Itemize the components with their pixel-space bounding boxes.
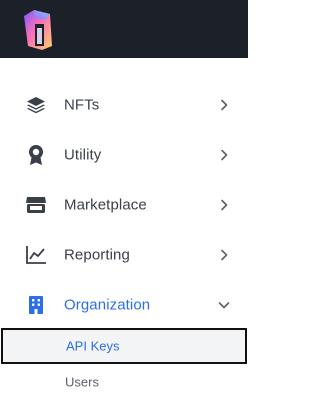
chevron-right-icon (217, 198, 231, 212)
subnav-item-users[interactable]: Users (0, 364, 248, 400)
sidebar-item-nfts[interactable]: NFTs (0, 80, 248, 130)
top-bar (0, 0, 248, 58)
sidebar-nav: NFTs Utility Marketplace Reporting Organ… (0, 80, 248, 330)
sidebar-item-reporting[interactable]: Reporting (0, 230, 248, 280)
subnav-item-label: API Keys (66, 338, 120, 354)
chart-line-icon (25, 244, 47, 266)
chevron-down-icon (217, 298, 231, 312)
sidebar-item-label: NFTs (64, 96, 100, 114)
chevron-right-icon (217, 248, 231, 262)
sidebar-item-label: Reporting (64, 246, 130, 264)
store-icon (25, 194, 47, 216)
organization-subnav: API Keys Users (0, 328, 248, 400)
sidebar-item-label: Utility (64, 146, 102, 164)
layers-icon (25, 94, 47, 116)
chevron-right-icon (217, 148, 231, 162)
sidebar-item-utility[interactable]: Utility (0, 130, 248, 180)
building-icon (25, 294, 47, 316)
chevron-right-icon (217, 98, 231, 112)
sidebar-item-label: Organization (64, 296, 151, 314)
badge-icon (25, 144, 47, 166)
brand-logo-icon[interactable] (20, 6, 58, 52)
sidebar-item-organization[interactable]: Organization (0, 280, 248, 330)
subnav-item-label: Users (65, 374, 99, 390)
subnav-item-api-keys[interactable]: API Keys (1, 328, 247, 364)
sidebar-item-label: Marketplace (64, 196, 147, 214)
sidebar-item-marketplace[interactable]: Marketplace (0, 180, 248, 230)
